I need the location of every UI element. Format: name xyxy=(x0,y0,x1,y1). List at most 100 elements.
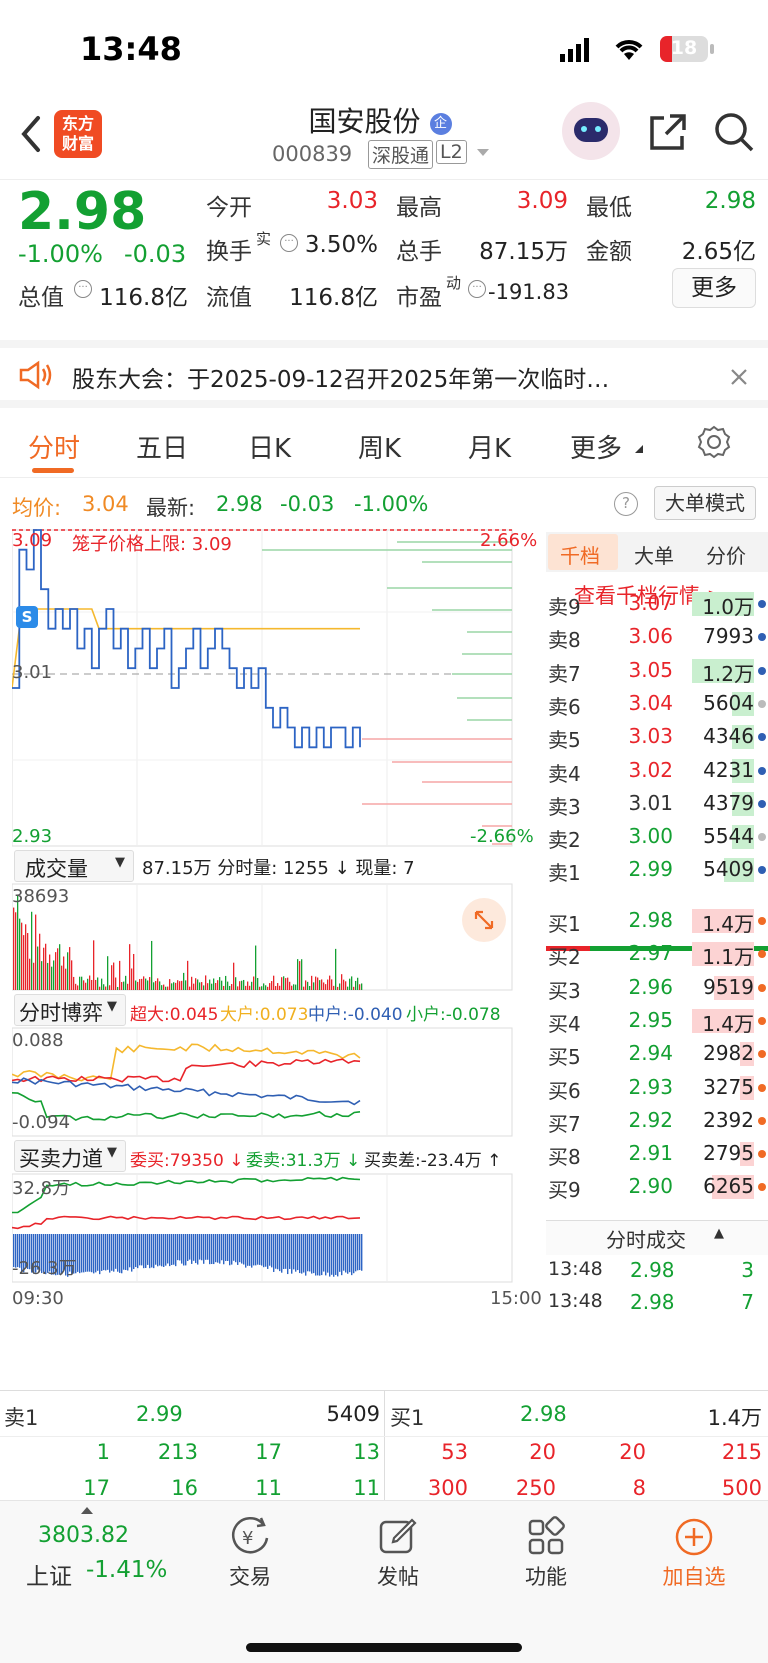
trade-time: 13:48 xyxy=(548,1290,603,1312)
nav-functions[interactable]: 功能 xyxy=(486,1513,606,1591)
volume-bar xyxy=(53,960,55,990)
volume-bar xyxy=(129,944,131,990)
chevron-down-icon[interactable] xyxy=(476,148,490,158)
force-bar xyxy=(119,1234,121,1273)
volume-bar xyxy=(253,976,255,990)
index-percent[interactable]: -1.41% xyxy=(86,1557,167,1583)
stock-header: 东方 财富 国安股份 企 000839 深股通 L2 xyxy=(0,100,768,180)
share-icon[interactable] xyxy=(648,112,688,152)
ask-level-row[interactable]: 卖1 2.99 5409 xyxy=(546,852,768,887)
force-bar xyxy=(123,1234,125,1270)
level-price: 2.92 xyxy=(628,1107,673,1132)
sell-signal-marker[interactable]: S xyxy=(16,606,38,628)
ask-level-row[interactable]: 卖4 3.02 4231 xyxy=(546,753,768,788)
tab-weekly-k[interactable]: 周K xyxy=(358,428,401,465)
nav-add-watchlist[interactable]: 加自选 xyxy=(634,1513,754,1591)
tab-big-order[interactable]: 大单 xyxy=(634,540,674,569)
expand-icon[interactable] xyxy=(462,898,506,942)
notice-bar[interactable]: 股东大会：于2025-09-12召开2025年第一次临时… xyxy=(0,340,768,408)
volume-bar xyxy=(49,954,51,990)
tab-timeshare[interactable]: 分时 xyxy=(28,428,80,465)
force-bar xyxy=(87,1234,89,1272)
ask-level-row[interactable]: 卖3 3.01 4379 xyxy=(546,786,768,821)
float-cap-label: 流值 xyxy=(206,285,252,311)
level-dot xyxy=(758,866,766,875)
volume-bar xyxy=(279,985,281,990)
index-value[interactable]: 3803.82 xyxy=(38,1523,129,1548)
volume-bar xyxy=(241,980,243,990)
volume-bar xyxy=(127,983,129,990)
force-bar xyxy=(351,1234,353,1276)
price-line xyxy=(12,529,361,749)
volume-bar xyxy=(313,982,315,990)
game-indicator-selector[interactable]: 分时博弈 ▼ xyxy=(14,994,126,1026)
gear-icon[interactable] xyxy=(696,424,732,460)
volume-bar xyxy=(117,986,119,990)
tab-price-split[interactable]: 分价 xyxy=(706,540,746,569)
volume-bar xyxy=(41,961,43,990)
volume-bar xyxy=(115,977,117,990)
index-name[interactable]: 上证 xyxy=(26,1557,72,1591)
bid-level-row[interactable]: 买7 2.92 2392 xyxy=(546,1103,768,1138)
bid-level-row[interactable]: 买3 2.96 9519 xyxy=(546,970,768,1005)
nav-post[interactable]: 发帖 xyxy=(338,1513,458,1591)
level-price: 2.96 xyxy=(628,974,673,999)
volume-bar xyxy=(213,978,215,990)
time-start: 09:30 xyxy=(12,1288,64,1309)
ask-level-row[interactable]: 卖2 3.00 5544 xyxy=(546,819,768,854)
volume-indicator-selector[interactable]: 成交量 ▼ xyxy=(14,850,134,882)
bid-level-row[interactable]: 买4 2.95 1.4万 xyxy=(546,1003,768,1038)
bid-level-row[interactable]: 买2 2.97 1.1万 xyxy=(546,936,768,971)
bid-level-row[interactable]: 买6 2.93 3275 xyxy=(546,1070,768,1105)
ask-level-row[interactable]: 卖5 3.03 4346 xyxy=(546,719,768,754)
level-queue-value: 11 xyxy=(255,1476,282,1500)
ask-level-row[interactable]: 卖9 3.07 1.0万 xyxy=(546,586,768,621)
bid-level-row[interactable]: 买9 2.90 6265 xyxy=(546,1169,768,1204)
volume-bar xyxy=(131,968,133,990)
bid-level-row[interactable]: 买5 2.94 2982 xyxy=(546,1036,768,1071)
force-bottom-value: -26.3万 xyxy=(12,1258,77,1279)
trades-title[interactable]: 分时成交 xyxy=(606,1224,686,1253)
tab-daily-k[interactable]: 日K xyxy=(248,428,291,465)
bottom-sell-price: 2.99 xyxy=(136,1402,183,1426)
ask-level-row[interactable]: 卖7 3.05 1.2万 xyxy=(546,653,768,688)
tab-thousand-level[interactable]: 千档 xyxy=(560,540,600,569)
search-icon[interactable] xyxy=(712,110,756,154)
tab-five-day[interactable]: 五日 xyxy=(136,428,188,465)
robot-assistant-icon[interactable] xyxy=(562,102,620,160)
force-indicator-selector[interactable]: 买卖力道 ▼ xyxy=(14,1140,126,1172)
force-bar xyxy=(163,1234,165,1268)
force-bar xyxy=(305,1234,307,1276)
force-bar xyxy=(359,1234,361,1271)
bid-level-row[interactable]: 买1 2.98 1.4万 xyxy=(546,903,768,938)
ask-level-row[interactable]: 卖6 3.04 5604 xyxy=(546,686,768,721)
volume-bar xyxy=(227,981,229,990)
big-order-mode-button[interactable]: 大单模式 xyxy=(654,486,756,520)
volume-bar xyxy=(287,977,289,990)
volume-bar xyxy=(233,962,235,990)
more-button[interactable]: 更多 xyxy=(672,268,756,308)
level-label: 买7 xyxy=(548,1111,581,1136)
tab-monthly-k[interactable]: 月K xyxy=(468,428,511,465)
force-bar xyxy=(321,1234,323,1276)
volume-bar xyxy=(173,982,175,990)
level-price: 3.06 xyxy=(628,624,673,649)
ask-level-row[interactable]: 卖8 3.06 7993 xyxy=(546,619,768,654)
volume-bar xyxy=(51,966,53,990)
help-icon[interactable]: ? xyxy=(614,492,638,516)
force-bar xyxy=(125,1234,127,1271)
volume-bar xyxy=(281,977,283,990)
close-icon[interactable] xyxy=(730,368,748,386)
info-dots-icon[interactable]: ··· xyxy=(74,280,92,298)
volume-bar xyxy=(271,981,273,990)
info-dots-icon[interactable]: ··· xyxy=(468,280,486,298)
turnover-sup: 实 xyxy=(256,230,272,248)
level-queue-value: 53 xyxy=(441,1440,468,1464)
level-queue-value: 1 xyxy=(96,1440,110,1464)
level-label: 买5 xyxy=(548,1045,581,1070)
bid-level-row[interactable]: 买8 2.91 2795 xyxy=(546,1136,768,1171)
nav-trade[interactable]: ¥ 交易 xyxy=(190,1513,310,1591)
level-label: 卖9 xyxy=(548,595,581,619)
force-bar xyxy=(255,1234,257,1266)
tab-more[interactable]: 更多 xyxy=(570,428,622,465)
